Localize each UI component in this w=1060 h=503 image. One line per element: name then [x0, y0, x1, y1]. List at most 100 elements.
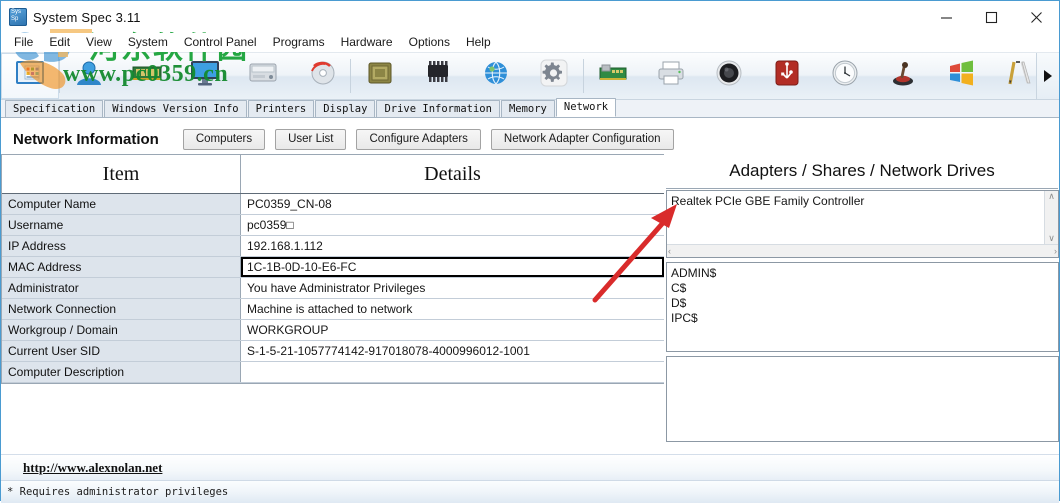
tab-network[interactable]: Network [555, 98, 617, 117]
menu-item-file[interactable]: File [6, 33, 41, 52]
list-item[interactable]: ADMIN$ [671, 266, 1054, 281]
toolbar-button-usb[interactable] [758, 53, 816, 99]
table-row[interactable]: Network Connection Machine is attached t… [2, 298, 664, 320]
menu-item-options[interactable]: Options [401, 33, 458, 52]
network-drives-listbox[interactable] [666, 356, 1059, 442]
table-row[interactable]: Username pc0359□ [2, 214, 664, 236]
pencil-ruler-icon [1008, 61, 1031, 85]
row-value: PC0359_CN-08 [240, 193, 664, 215]
tab-drive-information[interactable]: Drive Information [376, 100, 500, 117]
tab-display[interactable]: Display [315, 100, 376, 117]
network-card-icon [599, 64, 627, 80]
toolbar-button-cpu[interactable] [351, 53, 409, 99]
table-row[interactable]: Administrator You have Administrator Pri… [2, 277, 664, 299]
user-list-button[interactable]: User List [275, 128, 347, 150]
chevron-right-icon [1044, 70, 1052, 82]
toolbar-button-game-controller[interactable] [874, 53, 932, 99]
toolbar-button-sound[interactable] [700, 53, 758, 99]
toolbar-button-disk[interactable] [234, 53, 292, 99]
tab-printers[interactable]: Printers [247, 100, 315, 117]
menu-item-edit[interactable]: Edit [41, 33, 78, 52]
menu-item-help[interactable]: Help [458, 33, 499, 52]
menu-item-programs[interactable]: Programs [265, 33, 333, 52]
cd-disc-icon [311, 61, 335, 85]
list-item[interactable]: C$ [671, 281, 1054, 296]
toolbar-button-cd-drive[interactable] [292, 53, 350, 99]
table-column: Item Details Computer Name PC0359_CN-08 … [1, 154, 664, 503]
row-value: S-1-5-21-1057774142-917018078-4000996012… [240, 340, 664, 362]
website-link[interactable]: http://www.alexnolan.net [23, 460, 162, 476]
list-item[interactable]: IPC$ [671, 311, 1054, 326]
network-drives-list [667, 357, 1058, 360]
gear-icon [540, 59, 568, 87]
toolbar-button-user[interactable] [60, 53, 118, 99]
monitor-icon [191, 61, 219, 86]
row-value: 1C-1B-0D-10-E6-FC [240, 256, 664, 278]
toolbar-button-system-time[interactable] [816, 53, 874, 99]
scroll-down-icon[interactable]: ∨ [1048, 233, 1055, 244]
toolbar-button-display[interactable] [176, 53, 234, 99]
row-key: Current User SID [2, 340, 241, 362]
adapters-vertical-scrollbar[interactable]: ∧ ∨ [1044, 191, 1058, 244]
title-bar: System Spec 3.11 [1, 1, 1059, 33]
toolbar-button-processes[interactable] [525, 53, 583, 99]
row-key: MAC Address [2, 256, 241, 278]
scroll-up-icon[interactable]: ∧ [1048, 191, 1055, 202]
table-row-selected[interactable]: MAC Address 1C-1B-0D-10-E6-FC [2, 256, 664, 278]
table-row[interactable]: Computer Description [2, 361, 664, 383]
menu-item-hardware[interactable]: Hardware [333, 33, 401, 52]
panel-header-row: Network Information Computers User List … [1, 118, 1059, 154]
menu-item-control-panel[interactable]: Control Panel [176, 33, 265, 52]
menu-item-system[interactable]: System [120, 33, 176, 52]
system-table-wrapper: Item Details Computer Name PC0359_CN-08 … [1, 154, 664, 384]
close-button[interactable] [1014, 1, 1059, 33]
toolbar-overflow-button[interactable] [1036, 53, 1059, 99]
adapters-listbox[interactable]: Realtek PCIe GBE Family Controller ∧ ∨ ‹… [666, 190, 1059, 258]
scroll-left-icon[interactable]: ‹ [668, 246, 671, 257]
menu-item-view[interactable]: View [78, 33, 120, 52]
row-key: Administrator [2, 277, 241, 299]
configure-adapters-button[interactable]: Configure Adapters [356, 128, 481, 150]
computers-button[interactable]: Computers [182, 128, 266, 150]
toolbar-button-printers[interactable] [642, 53, 700, 99]
shares-listbox[interactable]: ADMIN$ C$ D$ IPC$ [666, 262, 1059, 352]
toolbar-button-memory[interactable] [118, 53, 176, 99]
application-window: System Spec 3.11 File Edit View System C… [0, 0, 1060, 503]
table-row[interactable]: Current User SID S-1-5-21-1057774142-917… [2, 340, 664, 362]
row-key: Network Connection [2, 298, 241, 320]
scroll-right-icon[interactable]: › [1054, 246, 1057, 257]
table-row[interactable]: Computer Name PC0359_CN-08 [2, 193, 664, 215]
row-value: You have Administrator Privileges [240, 277, 664, 299]
adapters-panel-title: Adapters / Shares / Network Drives [666, 154, 1058, 189]
toolbar-button-summary[interactable] [1, 53, 59, 99]
list-item[interactable]: D$ [671, 296, 1054, 311]
hard-disk-icon [249, 63, 277, 82]
table-row[interactable]: Workgroup / Domain WORKGROUP [2, 319, 664, 341]
toolbar-button-network[interactable] [584, 53, 642, 99]
panel-body: Item Details Computer Name PC0359_CN-08 … [1, 154, 1059, 503]
app-icon [9, 8, 27, 26]
table-row[interactable]: IP Address 192.168.1.112 [2, 235, 664, 257]
tab-specification[interactable]: Specification [5, 100, 104, 117]
adapters-horizontal-scrollbar[interactable]: ‹ › [667, 244, 1058, 257]
user-icon [77, 61, 101, 85]
window-title: System Spec 3.11 [33, 9, 141, 25]
column-header-item: Item [2, 155, 241, 194]
shares-list: ADMIN$ C$ D$ IPC$ [667, 263, 1058, 326]
row-key: IP Address [2, 235, 241, 257]
usb-red-icon [775, 60, 799, 86]
list-item[interactable]: Realtek PCIe GBE Family Controller [671, 194, 1054, 209]
minimize-button[interactable] [924, 1, 969, 33]
tab-memory[interactable]: Memory [500, 100, 555, 117]
tab-windows-version-info[interactable]: Windows Version Info [104, 100, 247, 117]
network-adapter-configuration-button[interactable]: Network Adapter Configuration [490, 128, 674, 150]
tab-strip: Specification Windows Version Info Print… [1, 98, 1059, 118]
cpu-chip-icon [368, 62, 392, 84]
toolbar-button-internet[interactable] [467, 53, 525, 99]
toolbar-button-bios[interactable] [409, 53, 467, 99]
windows-logo-icon [950, 60, 973, 86]
table-header-row: Item Details [2, 155, 664, 194]
toolbar-button-windows[interactable] [932, 53, 990, 99]
clock-icon [832, 60, 858, 86]
maximize-button[interactable] [969, 1, 1014, 33]
